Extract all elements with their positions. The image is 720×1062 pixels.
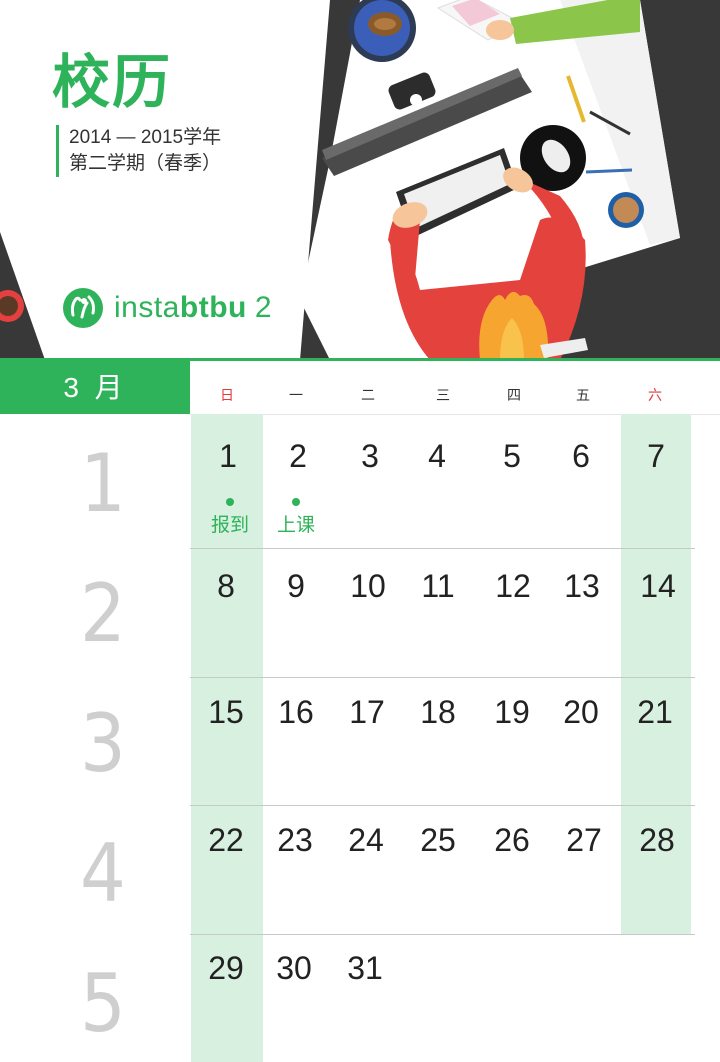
day-cell[interactable]: 19 [477,692,547,732]
day-cell[interactable]: 24 [331,820,401,860]
day-cell[interactable]: 12 [478,566,548,606]
brand-name: instabtbu 2 [114,291,272,325]
day-cell[interactable]: 16 [261,692,331,732]
week-number: 3 [80,697,126,790]
weekday-mon: 一 [289,387,303,403]
day-cell[interactable]: 4 [402,436,472,476]
day-cell[interactable]: 17 [332,692,402,732]
brand-name-light: insta [114,291,180,324]
weekday-header: 日 一 二 三 四 五 六 [190,361,720,415]
day-cell[interactable]: 25 [403,820,473,860]
event-label[interactable]: 报到 [195,510,265,537]
brand-name-bold: btbu [179,291,247,324]
day-cell[interactable]: 30 [259,948,329,988]
day-cell[interactable]: 28 [622,820,692,860]
brand-logo: instabtbu 2 [62,286,272,330]
event-dot [226,498,234,506]
day-cell[interactable]: 5 [477,436,547,476]
day-cell[interactable]: 14 [623,566,693,606]
weekday-fri: 五 [576,387,590,403]
day-cell[interactable]: 26 [477,820,547,860]
weekday-sat: 六 [648,387,662,403]
calendar-grid: 1 2 3 4 5 1 2 3 4 5 6 7 报到 上课 8 9 10 11 … [0,414,720,1062]
month-label: 3 月 [0,361,190,414]
weekday-wed: 三 [436,387,450,403]
day-cell[interactable]: 23 [260,820,330,860]
row-divider [190,677,695,678]
weekday-tue: 二 [361,387,375,403]
week-number: 5 [80,957,126,1050]
day-cell[interactable]: 6 [546,436,616,476]
term-subtitle: 2014 — 2015学年 第二学期（春季） [56,125,221,177]
event-dot [292,498,300,506]
instabtbu-logo-icon [63,288,103,328]
day-cell[interactable]: 20 [546,692,616,732]
day-cell[interactable]: 31 [330,948,400,988]
semester-text: 第二学期（春季） [69,153,222,174]
day-cell[interactable]: 9 [261,566,331,606]
header: 校历 2014 — 2015学年 第二学期（春季） instabtbu 2 [0,0,720,360]
day-cell[interactable]: 10 [333,566,403,606]
day-cell[interactable]: 27 [549,820,619,860]
day-cell[interactable]: 1 [193,436,263,476]
event-label[interactable]: 上课 [261,510,331,537]
week-number: 1 [80,437,126,530]
weekday-sun: 日 [220,387,234,403]
page-title: 校历 [52,50,173,115]
day-cell[interactable]: 8 [191,566,261,606]
week-number: 4 [80,827,126,920]
day-cell[interactable]: 13 [547,566,617,606]
week-number: 2 [80,567,126,660]
academic-year-text: 2014 — 2015学年 [69,127,222,148]
brand-version: 2 [254,291,273,324]
day-cell[interactable]: 22 [191,820,261,860]
day-cell[interactable]: 2 [263,436,333,476]
day-cell[interactable]: 15 [191,692,261,732]
day-cell[interactable]: 3 [335,436,405,476]
row-divider [190,805,695,806]
row-divider [190,934,695,935]
day-cell[interactable]: 18 [403,692,473,732]
day-cell[interactable]: 21 [620,692,690,732]
day-cell[interactable]: 29 [191,948,261,988]
day-cell[interactable]: 11 [403,566,473,606]
weekday-thu: 四 [507,387,521,403]
day-cell[interactable]: 7 [621,436,691,476]
row-divider [190,548,695,549]
